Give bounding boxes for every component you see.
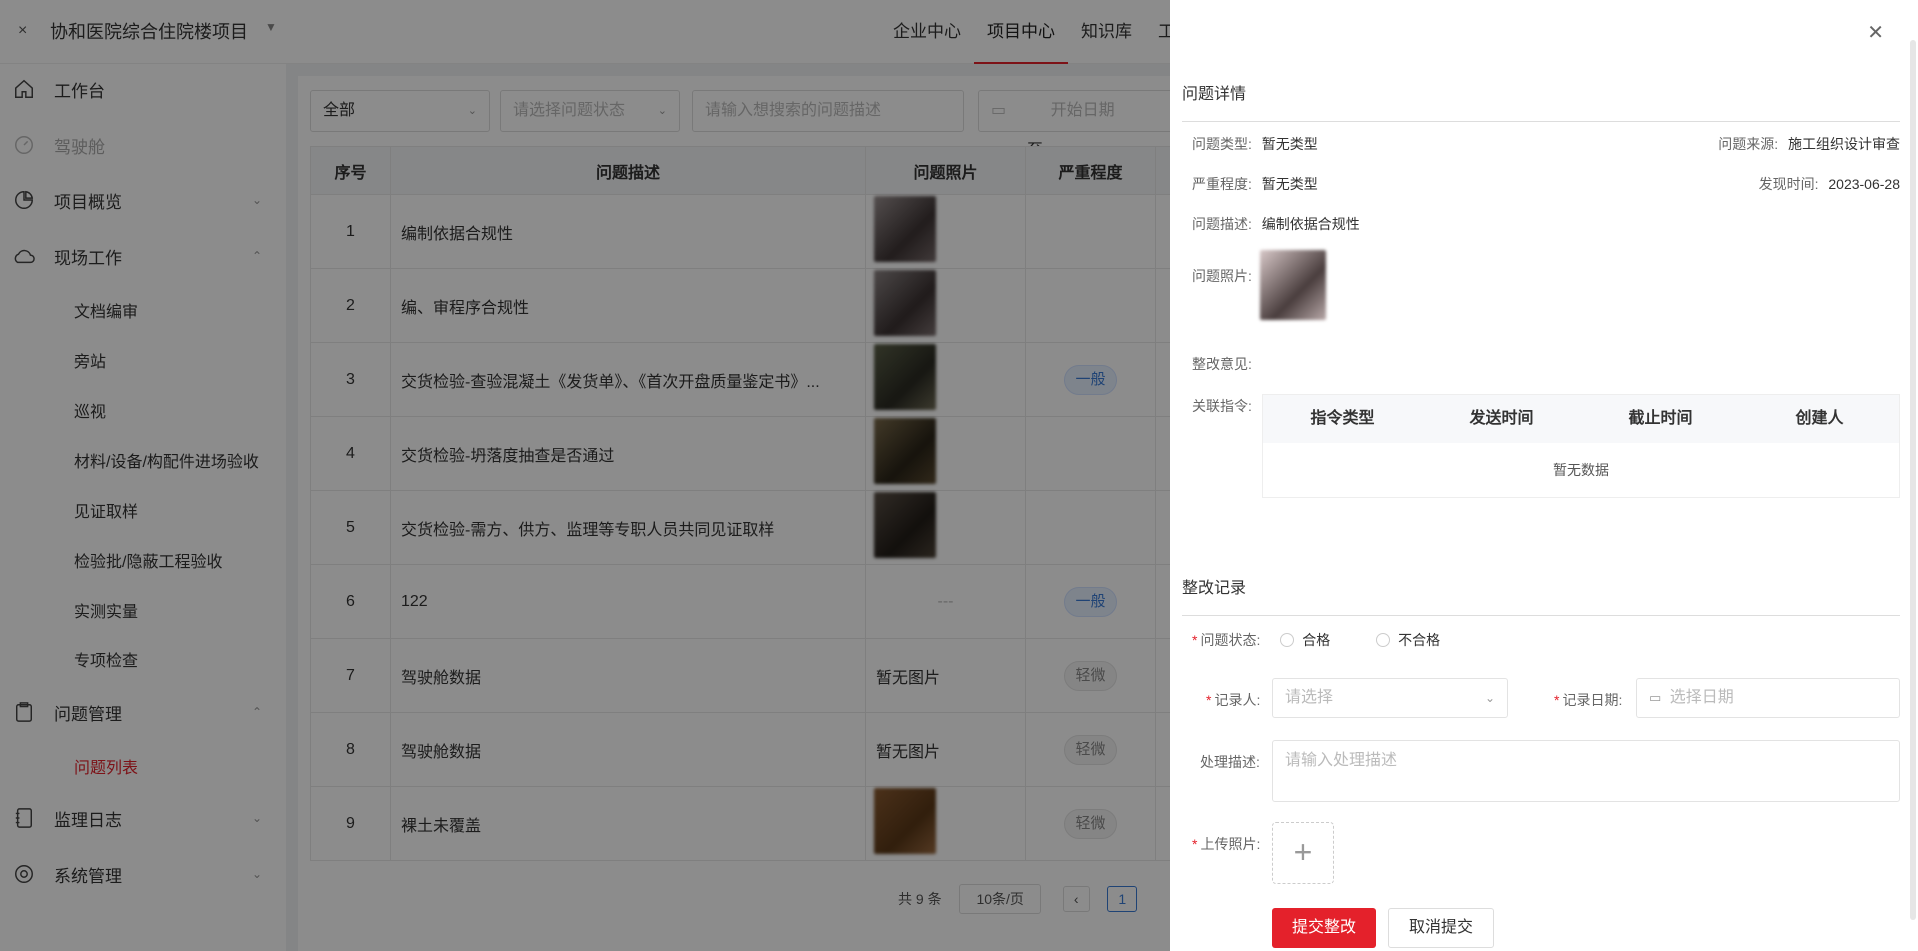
- issue-source-field: 问题来源: 施工组织设计审查: [1718, 136, 1900, 152]
- handle-description-label: 处理描述:: [1200, 754, 1260, 770]
- record-date-label: * 记录日期:: [1554, 692, 1623, 708]
- col-header: 发送时间: [1469, 410, 1534, 427]
- issue-photo-field: 问题照片:: [1192, 268, 1252, 284]
- divider: [1182, 615, 1900, 616]
- table-header-row: 指令类型 发送时间 截止时间 创建人: [1263, 395, 1899, 443]
- record-date-picker[interactable]: ▭ 选择日期: [1636, 678, 1900, 718]
- linked-instructions-table: 指令类型 发送时间 截止时间 创建人 暂无数据: [1262, 394, 1900, 498]
- linked-instructions-label: 关联指令:: [1192, 398, 1252, 414]
- issue-type-field: 问题类型: 暂无类型: [1192, 136, 1318, 152]
- plus-icon: +: [1293, 834, 1313, 870]
- issue-description-field: 问题描述: 编制依据合规性: [1192, 216, 1360, 232]
- col-header: 创建人: [1795, 410, 1844, 427]
- section-title-detail: 问题详情: [1182, 86, 1247, 103]
- status-pass-radio[interactable]: 合格: [1280, 632, 1330, 648]
- issue-detail-drawer: ✕ 问题详情 问题类型: 暂无类型 问题来源: 施工组织设计审查 严重程度: 暂…: [1170, 0, 1918, 951]
- drawer-scrollbar[interactable]: [1910, 40, 1916, 920]
- recorder-label: * 记录人:: [1206, 692, 1261, 708]
- issue-photo-thumbnail[interactable]: [1260, 250, 1326, 320]
- handle-description-textarea[interactable]: 请输入处理描述: [1272, 740, 1900, 802]
- close-icon[interactable]: ✕: [1867, 20, 1884, 45]
- issue-status-field: * 问题状态: 合格 不合格: [1192, 632, 1441, 648]
- col-header: 指令类型: [1310, 410, 1375, 427]
- divider: [1182, 121, 1900, 122]
- col-header: 截止时间: [1628, 410, 1693, 427]
- recorder-select[interactable]: 请选择 ⌄: [1272, 678, 1508, 718]
- upload-photo-button[interactable]: +: [1272, 822, 1334, 884]
- chevron-down-icon: ⌄: [1484, 691, 1495, 705]
- found-time-field: 发现时间: 2023-06-28: [1758, 176, 1900, 192]
- status-fail-radio[interactable]: 不合格: [1376, 632, 1440, 648]
- modal-overlay[interactable]: [0, 0, 1170, 951]
- section-title-record: 整改记录: [1182, 580, 1247, 597]
- cancel-submit-button[interactable]: 取消提交: [1388, 908, 1494, 948]
- submit-rectification-button[interactable]: 提交整改: [1272, 908, 1376, 948]
- calendar-icon: ▭: [1649, 690, 1662, 705]
- severity-field: 严重程度: 暂无类型: [1192, 176, 1318, 192]
- rectify-opinion-field: 整改意见:: [1192, 356, 1252, 372]
- empty-state: 暂无数据: [1553, 462, 1609, 478]
- upload-photo-label: * 上传照片:: [1192, 836, 1261, 852]
